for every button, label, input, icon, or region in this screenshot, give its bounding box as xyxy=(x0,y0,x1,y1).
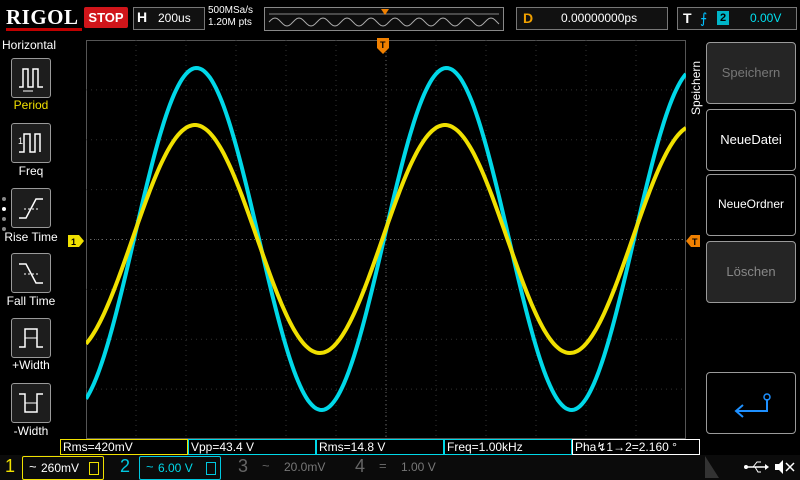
waveform-display[interactable] xyxy=(86,40,686,439)
trigger-level: 0.00V xyxy=(750,11,782,25)
delay-label: D xyxy=(523,10,534,26)
fall-time-icon xyxy=(19,263,43,284)
positive-width-label: +Width xyxy=(12,358,50,372)
timebase-value: 200us xyxy=(158,11,191,25)
period-icon xyxy=(19,68,43,92)
timebase-label: H xyxy=(137,9,148,25)
ch1-number: 1 xyxy=(5,456,16,476)
brand-logo: RIGOL xyxy=(6,5,79,29)
ch2-bw-icon xyxy=(206,462,216,475)
delay-value: 0.00000000ps xyxy=(561,11,638,25)
fall-time-button[interactable] xyxy=(11,253,51,293)
svg-text:T: T xyxy=(380,40,386,50)
freq-label: Freq xyxy=(18,164,44,178)
ch4-number: 4 xyxy=(355,456,366,476)
rise-time-icon xyxy=(19,198,43,219)
memory-overview-strip[interactable] xyxy=(264,7,504,31)
ch3-number: 3 xyxy=(238,456,249,476)
negative-width-button[interactable] xyxy=(11,383,51,423)
period-label: Period xyxy=(13,98,49,112)
save-button[interactable]: Speichern xyxy=(706,42,796,104)
fall-time-label: Fall Time xyxy=(6,294,56,308)
status-icons xyxy=(705,456,795,478)
new-folder-button[interactable]: NeueOrdner xyxy=(706,174,796,236)
positive-width-button[interactable] xyxy=(11,318,51,358)
speaker-muted-icon xyxy=(775,460,795,474)
save-menu-title: Speichern xyxy=(689,61,703,115)
svg-text:T: T xyxy=(692,237,698,247)
negative-width-icon xyxy=(19,393,43,413)
measurement-ch2-freq[interactable]: Freq=1.00kHz xyxy=(444,439,572,455)
new-file-button-label: NeueDatei xyxy=(720,132,782,147)
panel-page-dots xyxy=(2,197,6,231)
delete-button[interactable]: Löschen xyxy=(706,241,796,303)
ch1-scale-box[interactable]: ~ 260mV xyxy=(22,456,104,480)
svg-text:1: 1 xyxy=(18,136,23,146)
trigger-position-marker[interactable]: T xyxy=(377,38,389,54)
period-button[interactable] xyxy=(11,58,51,98)
ch4-scale-box[interactable]: = 1.00 V xyxy=(373,456,453,478)
ch4-coupling: = xyxy=(379,458,387,473)
negative-width-label: -Width xyxy=(13,424,49,438)
measure-panel-title: Horizontal xyxy=(2,38,57,52)
ch1-coupling: ~ xyxy=(29,459,37,474)
freq-button[interactable]: 1 xyxy=(11,123,51,163)
ch2-scale: 6.00 V xyxy=(158,461,193,475)
measurement-ch2-vpp[interactable]: Vpp=43.4 V xyxy=(188,439,316,455)
memory-overview-wave xyxy=(268,9,500,27)
ch3-coupling: ~ xyxy=(262,458,270,473)
measurement-ch2-rms[interactable]: Rms=14.8 V xyxy=(316,439,444,455)
svg-text:Speichern: Speichern xyxy=(689,61,703,115)
logo-underline xyxy=(6,28,82,31)
ch3-scale-box[interactable]: ~ 20.0mV xyxy=(256,456,336,478)
ch2-coupling: ~ xyxy=(146,459,154,474)
positive-width-icon xyxy=(19,328,43,348)
measurement-phase[interactable]: Pha↯1→2=2.160 ° xyxy=(572,439,700,455)
memory-depth: 1.20M pts xyxy=(208,17,252,28)
rise-time-button[interactable] xyxy=(11,188,51,228)
ch2-scale-box[interactable]: ~ 6.00 V xyxy=(139,456,221,480)
save-button-label: Speichern xyxy=(721,65,781,80)
trigger-box[interactable]: T ⨍ 2 0.00V xyxy=(677,7,797,30)
run-stop-indicator[interactable]: STOP xyxy=(84,7,128,28)
rise-time-label: Rise Time xyxy=(4,230,58,244)
ch4-scale: 1.00 V xyxy=(401,460,436,474)
ch3-scale: 20.0mV xyxy=(284,460,326,474)
ch1-scale: 260mV xyxy=(41,461,80,475)
ch1-bw-icon xyxy=(89,462,99,475)
trigger-label: T xyxy=(683,10,692,26)
usb-icon xyxy=(744,461,769,473)
rising-edge-icon: ⨍ xyxy=(700,10,708,26)
ch1-offset-marker[interactable]: 1 xyxy=(68,234,84,247)
new-folder-button-label: NeueOrdner xyxy=(717,197,785,211)
return-arrow-icon xyxy=(734,393,771,418)
frequency-icon: 1 xyxy=(18,133,41,153)
new-file-button[interactable]: NeueDatei xyxy=(706,109,796,171)
delete-button-label: Löschen xyxy=(726,264,776,279)
measurement-ch1-rms[interactable]: Rms=420mV xyxy=(60,439,188,455)
svg-text:1: 1 xyxy=(71,237,76,247)
ch2-number: 2 xyxy=(120,456,131,476)
delay-box[interactable]: D 0.00000000ps xyxy=(516,7,668,30)
trigger-source: 2 xyxy=(717,11,729,25)
return-button[interactable] xyxy=(706,372,796,434)
sample-rate: 500MSa/s xyxy=(208,5,254,16)
timebase-box[interactable]: H 200us xyxy=(133,7,205,30)
